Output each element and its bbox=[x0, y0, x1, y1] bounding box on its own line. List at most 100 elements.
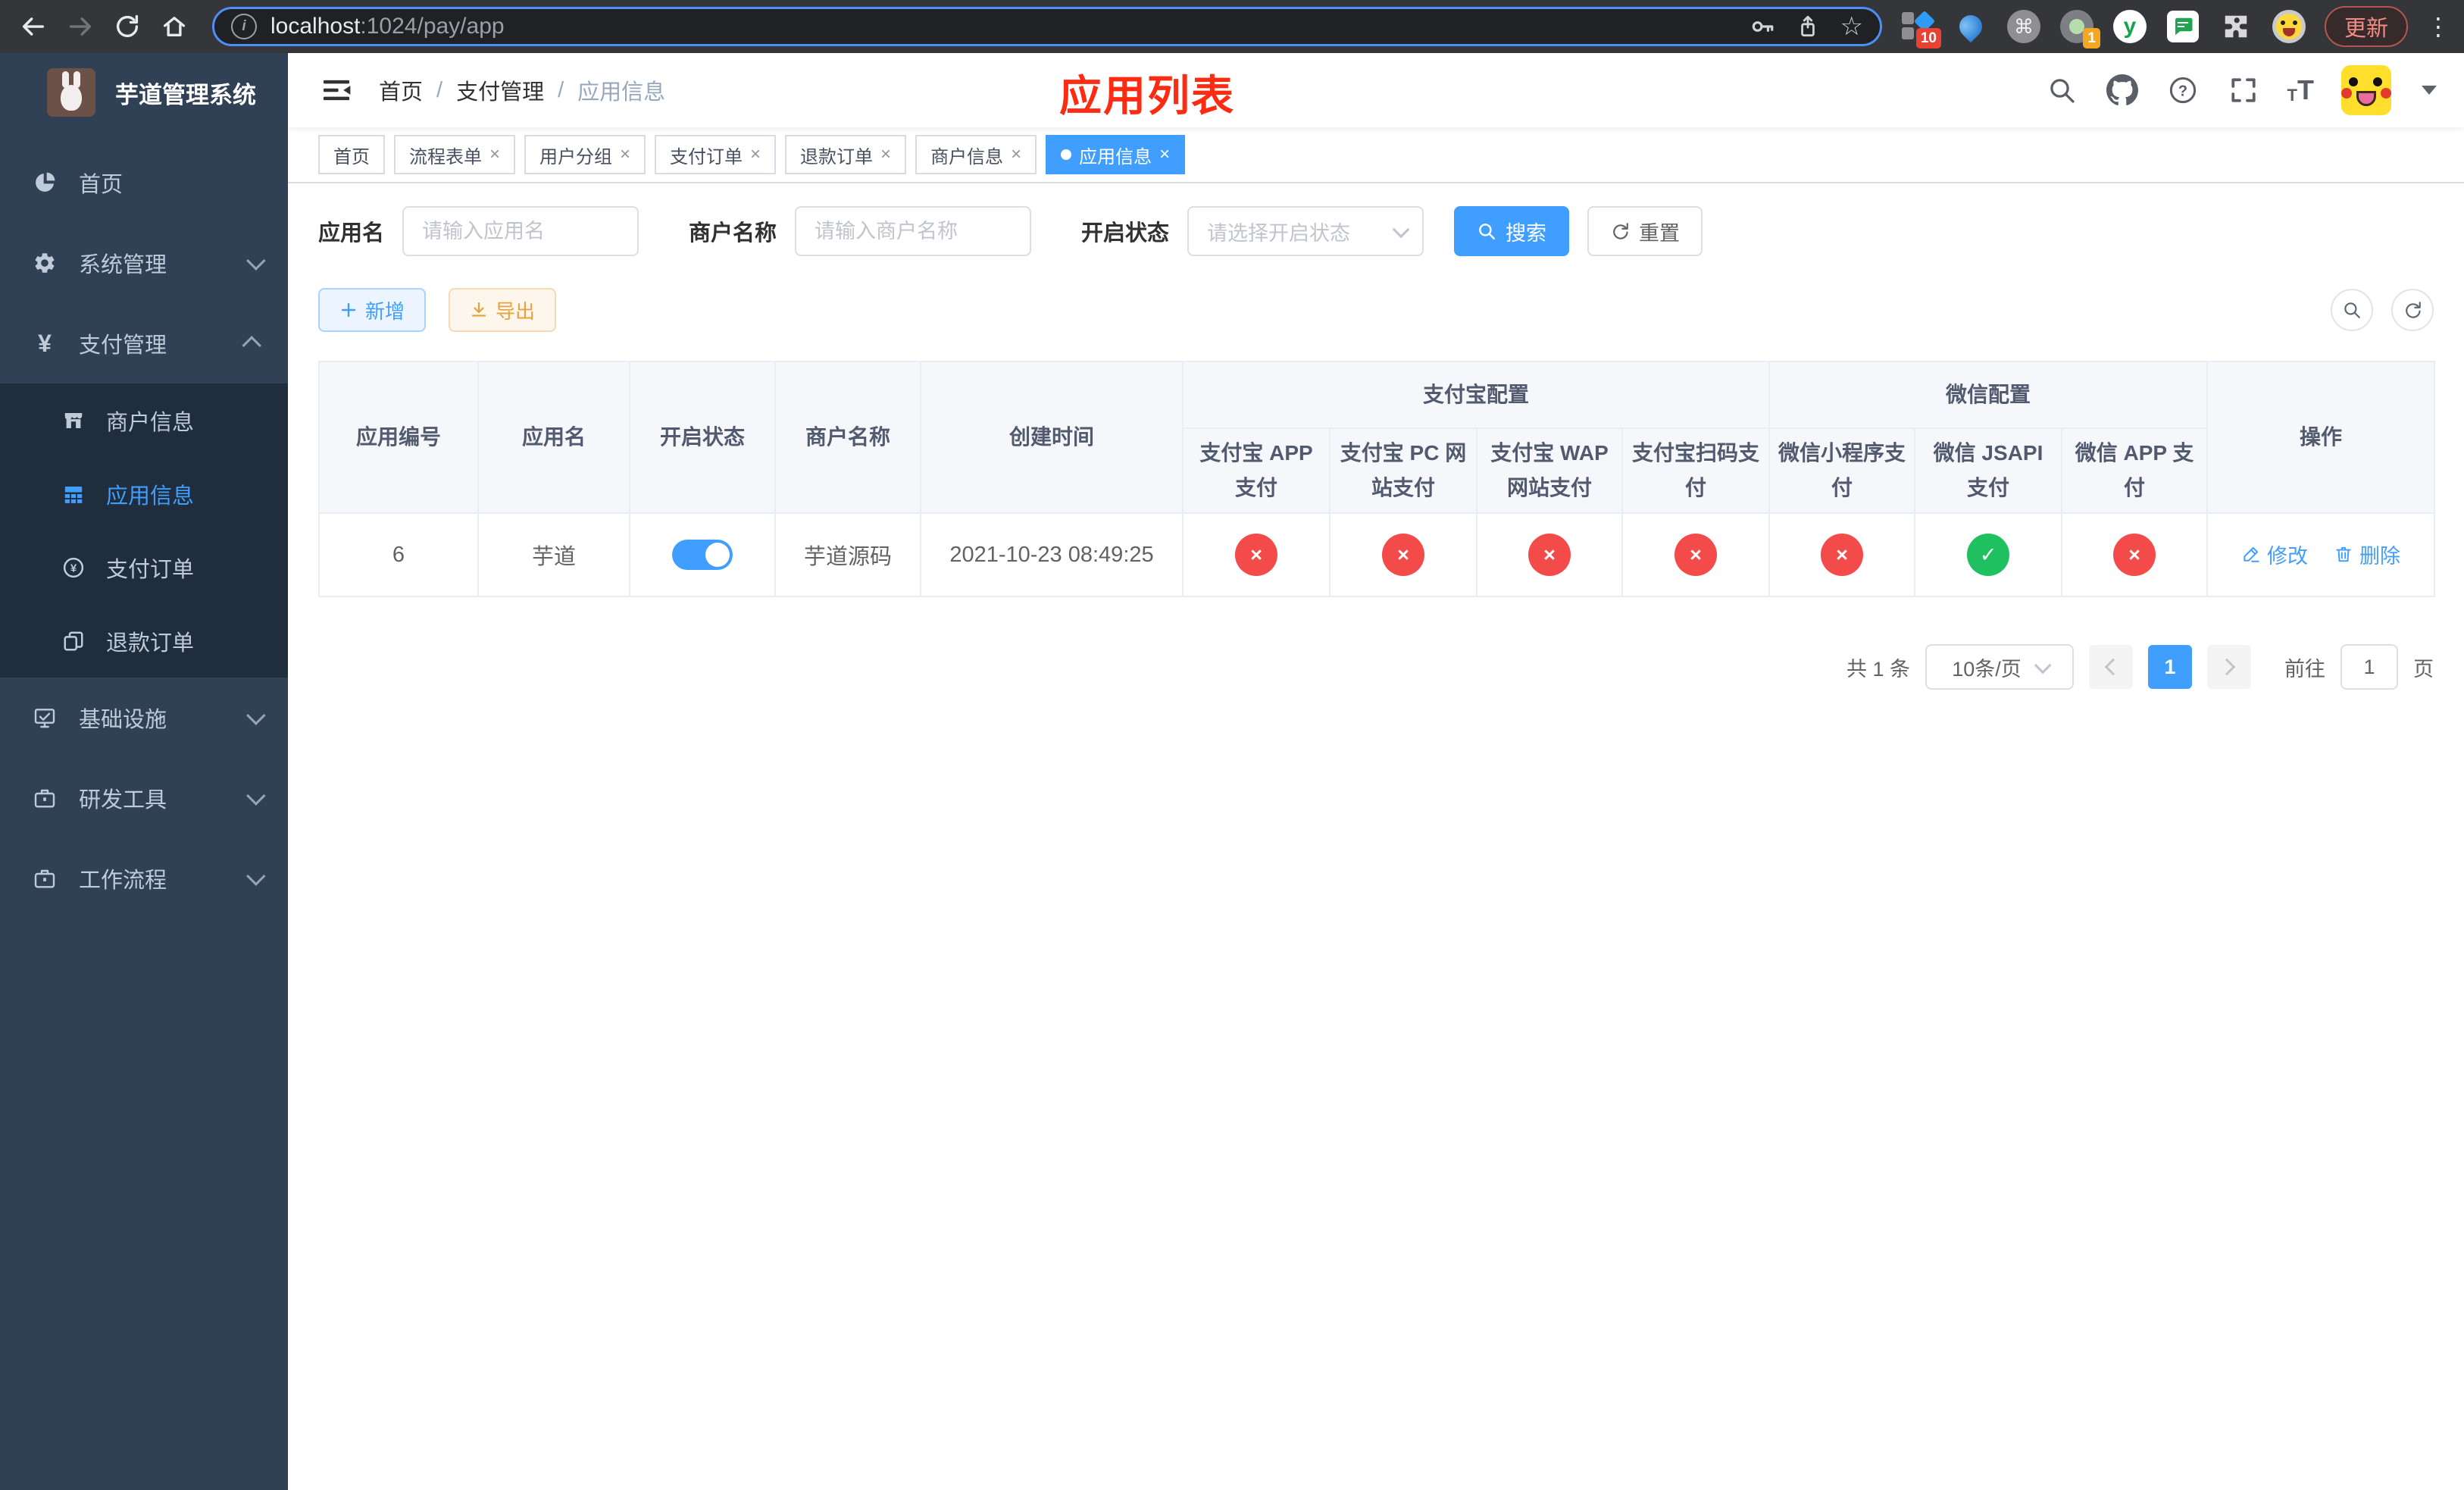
header-search-button[interactable] bbox=[2045, 74, 2078, 107]
refresh-icon bbox=[2406, 302, 2421, 318]
navbar-actions: ? TT bbox=[2045, 65, 2437, 115]
tab-app-info[interactable]: 应用信息 × bbox=[1046, 135, 1186, 174]
font-size-button[interactable]: TT bbox=[2287, 77, 2314, 104]
edit-link[interactable]: 修改 bbox=[2241, 540, 2308, 569]
payment-submenu: 商户信息 应用信息 ¥ 支付订单 退款订单 bbox=[0, 383, 288, 678]
browser-profile-avatar[interactable] bbox=[2272, 9, 2306, 44]
extensions-puzzle-icon[interactable] bbox=[2219, 9, 2253, 44]
url-text: localhost:1024/pay/app bbox=[270, 14, 505, 39]
sidebar-item-payment[interactable]: ¥ 支付管理 bbox=[0, 303, 288, 383]
col-group-alipay: 支付宝配置 bbox=[1181, 361, 1771, 429]
extension-recorder-icon[interactable]: 1 bbox=[2059, 9, 2100, 49]
dashboard-icon bbox=[32, 170, 58, 196]
emoji-avatar-icon bbox=[2272, 10, 2306, 43]
prev-page-button[interactable] bbox=[2089, 645, 2133, 689]
tab-close-icon[interactable]: × bbox=[1011, 146, 1021, 164]
merchant-name-input[interactable] bbox=[795, 206, 1032, 256]
pagination: 共 1 条 10条/页 1 前往 页 bbox=[318, 644, 2434, 690]
show-search-toggle-button[interactable] bbox=[2331, 289, 2373, 331]
tab-close-icon[interactable]: × bbox=[750, 146, 761, 164]
status-cross-icon: × bbox=[1382, 534, 1424, 576]
extension-command-icon[interactable]: ⌘ bbox=[2006, 9, 2041, 44]
share-icon[interactable] bbox=[1795, 14, 1821, 39]
password-key-icon[interactable] bbox=[1750, 14, 1775, 39]
github-button[interactable] bbox=[2106, 74, 2139, 107]
enabled-switch[interactable] bbox=[672, 540, 733, 570]
sidebar-item-workflow[interactable]: 工作流程 bbox=[0, 838, 288, 919]
col-create-time: 创建时间 bbox=[920, 361, 1184, 514]
chevron-down-icon bbox=[2034, 656, 2052, 675]
search-button[interactable]: 搜索 bbox=[1454, 206, 1570, 256]
goto-page-input[interactable] bbox=[2340, 644, 2398, 690]
tab-merchant-info[interactable]: 商户信息 × bbox=[915, 135, 1037, 174]
extension-badge: 10 bbox=[1915, 28, 1941, 49]
table-toolbar: 新增 导出 bbox=[318, 288, 2434, 332]
fullscreen-button[interactable] bbox=[2227, 74, 2260, 107]
site-info-icon[interactable]: i bbox=[231, 14, 257, 39]
tab-close-icon[interactable]: × bbox=[489, 146, 500, 164]
breadcrumb-payment[interactable]: 支付管理 bbox=[456, 74, 544, 106]
extension-sketch-icon[interactable]: 10 bbox=[1900, 9, 1941, 49]
export-button[interactable]: 导出 bbox=[449, 288, 557, 332]
bookmark-star-icon[interactable]: ☆ bbox=[1840, 14, 1863, 39]
sidebar-item-merchant-info[interactable]: 商户信息 bbox=[0, 383, 288, 457]
help-button[interactable]: ? bbox=[2166, 74, 2200, 107]
breadcrumb: 首页 / 支付管理 / 应用信息 bbox=[379, 74, 665, 106]
status-check-icon: ✓ bbox=[1967, 534, 2010, 576]
sidebar-item-app-info[interactable]: 应用信息 bbox=[0, 457, 288, 531]
main-area: 应用列表 首页 / 支付管理 / 应用信息 ? T T 首页 流程表单 × 用户… bbox=[288, 53, 2464, 1490]
sidebar-item-home[interactable]: 首页 bbox=[0, 142, 288, 223]
sidebar-collapse-button[interactable] bbox=[318, 72, 355, 108]
sidebar-item-label: 退款订单 bbox=[106, 631, 195, 656]
extension-balloon-icon[interactable] bbox=[1953, 9, 1988, 44]
ring-inner-icon bbox=[2068, 19, 2084, 34]
add-button[interactable]: 新增 bbox=[318, 288, 427, 332]
refresh-table-button[interactable] bbox=[2391, 289, 2434, 331]
app-name-input[interactable] bbox=[402, 206, 639, 256]
avatar-caret-icon[interactable] bbox=[2422, 86, 2437, 95]
sidebar-item-label: 应用信息 bbox=[106, 484, 195, 509]
fullscreen-icon bbox=[2231, 78, 2256, 102]
tab-process-form[interactable]: 流程表单 × bbox=[394, 135, 516, 174]
tab-close-icon[interactable]: × bbox=[1159, 146, 1170, 164]
browser-back-button[interactable] bbox=[14, 7, 53, 46]
breadcrumb-home[interactable]: 首页 bbox=[379, 74, 423, 106]
extension-chat-icon[interactable] bbox=[2165, 9, 2200, 44]
extension-y-icon[interactable]: y bbox=[2112, 9, 2147, 44]
address-bar[interactable]: i localhost:1024/pay/app ☆ bbox=[212, 7, 1882, 46]
sidebar-item-label: 工作流程 bbox=[79, 869, 167, 893]
cell-app-id: 6 bbox=[318, 512, 479, 597]
sidebar-item-pay-order[interactable]: ¥ 支付订单 bbox=[0, 531, 288, 604]
browser-forward-button[interactable] bbox=[61, 7, 100, 46]
tab-close-icon[interactable]: × bbox=[620, 146, 630, 164]
user-avatar[interactable] bbox=[2341, 65, 2391, 115]
tab-refund-order[interactable]: 退款订单 × bbox=[785, 135, 907, 174]
chrome-update-button[interactable]: 更新 bbox=[2324, 6, 2408, 47]
tab-user-group[interactable]: 用户分组 × bbox=[524, 135, 646, 174]
apps-table: 应用编号 应用名 开启状态 商户名称 创建时间 支付宝配置 微信配置 操作 支付… bbox=[318, 361, 2436, 597]
sidebar-logo[interactable]: 芋道管理系统 bbox=[0, 53, 288, 132]
browser-menu-icon[interactable]: ⋮ bbox=[2426, 12, 2450, 41]
open-status-select[interactable]: 请选择开启状态 bbox=[1187, 206, 1424, 256]
tab-home[interactable]: 首页 bbox=[318, 135, 385, 174]
browser-home-button[interactable] bbox=[155, 7, 194, 46]
plus-icon bbox=[341, 302, 356, 318]
current-page-button[interactable]: 1 bbox=[2148, 645, 2192, 689]
sidebar-item-system[interactable]: 系统管理 bbox=[0, 223, 288, 303]
tab-pay-order[interactable]: 支付订单 × bbox=[655, 135, 777, 174]
page-size-select[interactable]: 10条/页 bbox=[1925, 644, 2074, 690]
refresh-icon bbox=[1613, 223, 1628, 239]
tab-close-icon[interactable]: × bbox=[880, 146, 891, 164]
sidebar-item-infra[interactable]: 基础设施 bbox=[0, 678, 288, 758]
browser-reload-button[interactable] bbox=[108, 7, 147, 46]
reset-button[interactable]: 重置 bbox=[1587, 206, 1703, 256]
col-ops: 操作 bbox=[2206, 361, 2436, 514]
sidebar-item-refund-order[interactable]: 退款订单 bbox=[0, 604, 288, 678]
active-tab-dot bbox=[1061, 149, 1072, 160]
cell-create-time: 2021-10-23 08:49:25 bbox=[920, 512, 1184, 597]
delete-link[interactable]: 删除 bbox=[2334, 540, 2400, 569]
sidebar-item-devtools[interactable]: 研发工具 bbox=[0, 758, 288, 838]
pay-order-icon: ¥ bbox=[61, 555, 86, 581]
next-page-button[interactable] bbox=[2207, 645, 2251, 689]
col-wechat-app: 微信 APP 支付 bbox=[2061, 427, 2209, 514]
